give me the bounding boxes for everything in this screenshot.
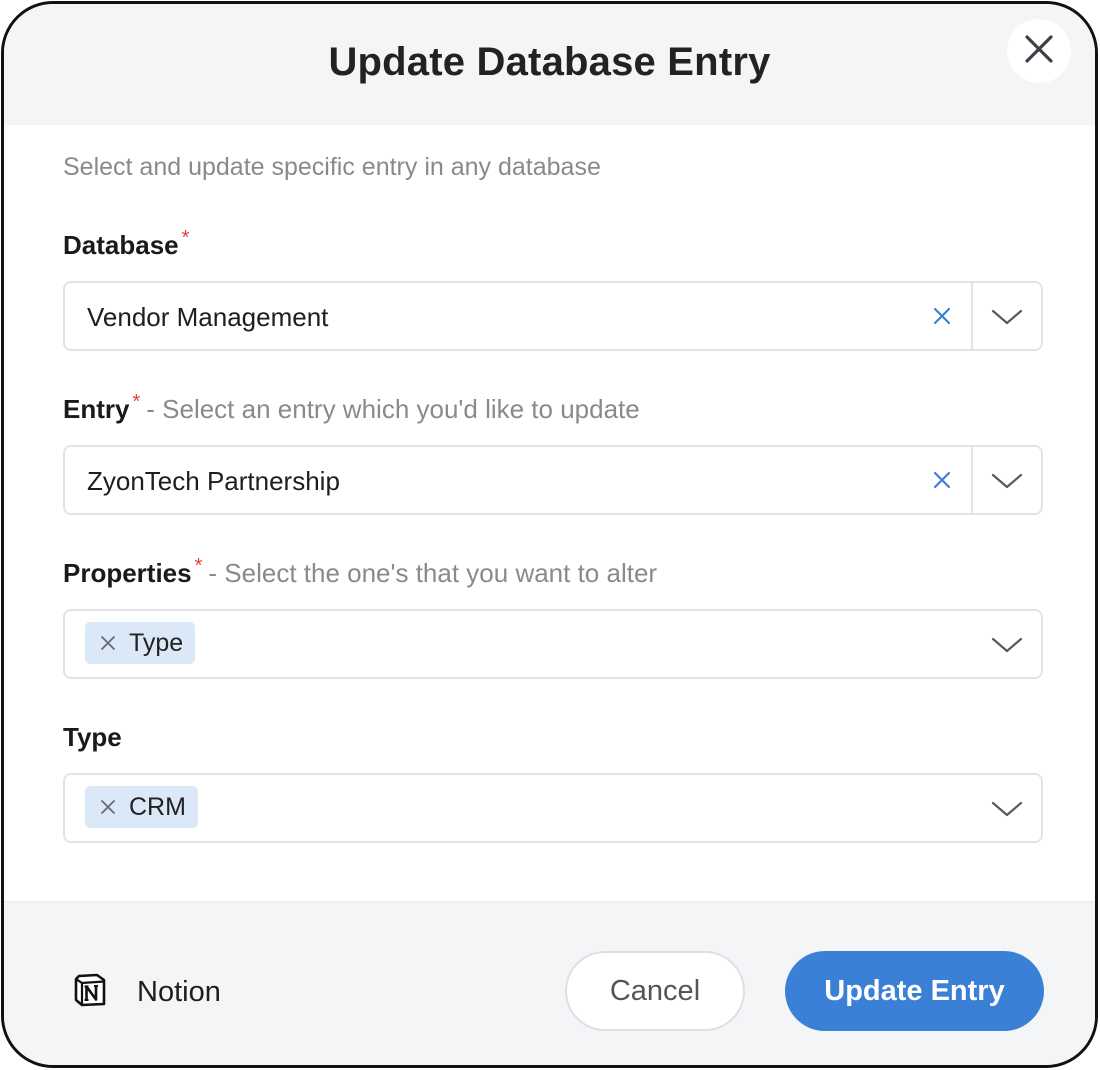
required-marker: * (132, 391, 141, 413)
tag-label: CRM (129, 792, 186, 821)
dialog-title: Update Database Entry (328, 40, 771, 84)
required-marker: * (181, 227, 190, 249)
entry-hint: - Select an entry which you'd like to up… (146, 394, 640, 424)
notion-logo-icon (73, 973, 107, 1012)
integration-brand: Notion (73, 973, 221, 1012)
database-label-row: Database * (63, 227, 190, 261)
remove-tag-icon[interactable] (99, 634, 117, 652)
properties-label: Properties (63, 558, 192, 588)
brand-name: Notion (137, 976, 221, 1008)
close-icon (1024, 34, 1054, 69)
properties-label-row: Properties * - Select the one's that you w… (63, 555, 658, 589)
database-select-value: Vendor Management (87, 302, 329, 332)
properties-multiselect[interactable]: Type (63, 609, 1043, 679)
dialog-subtitle: Select and update specific entry in any … (63, 153, 601, 181)
type-label: Type (63, 722, 122, 752)
database-label: Database (63, 230, 179, 260)
dialog-header: Update Database Entry (4, 4, 1095, 125)
type-multiselect[interactable]: CRM (63, 773, 1043, 843)
update-entry-button[interactable]: Update Entry (785, 951, 1044, 1031)
chevron-down-icon[interactable] (987, 795, 1027, 823)
remove-tag-icon[interactable] (99, 798, 117, 816)
required-marker: * (194, 555, 203, 577)
selected-tag: CRM (85, 786, 198, 828)
clear-database-icon[interactable] (927, 301, 957, 331)
select-divider (971, 283, 973, 349)
chevron-down-icon[interactable] (987, 303, 1027, 331)
entry-label-row: Entry * - Select an entry which you'd like… (63, 391, 640, 425)
database-select[interactable]: Vendor Management (63, 281, 1043, 351)
entry-select-value: ZyonTech Partnership (87, 466, 340, 496)
chevron-down-icon[interactable] (987, 631, 1027, 659)
tag-label: Type (129, 628, 184, 657)
entry-label: Entry (63, 394, 130, 424)
cancel-button[interactable]: Cancel (565, 951, 745, 1031)
type-label-row: Type (63, 722, 122, 753)
properties-hint: - Select the one's that you want to alte… (208, 558, 658, 588)
dialog-footer: Notion Cancel Update Entry (4, 901, 1095, 1065)
selected-tag: Type (85, 622, 196, 664)
close-button[interactable] (1007, 19, 1071, 83)
chevron-down-icon[interactable] (987, 467, 1027, 495)
select-divider (971, 447, 973, 513)
update-entry-dialog: Update Database Entry Select and update … (1, 1, 1098, 1068)
entry-select[interactable]: ZyonTech Partnership (63, 445, 1043, 515)
clear-entry-icon[interactable] (927, 465, 957, 495)
